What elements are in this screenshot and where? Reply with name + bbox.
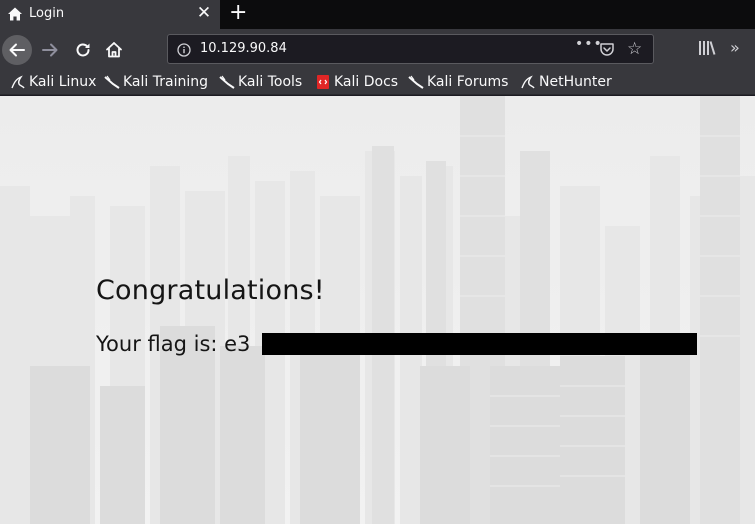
site-info-icon[interactable]: [177, 42, 191, 61]
bookmark-kali-training[interactable]: Kali Training: [104, 73, 208, 91]
bookmark-label: NetHunter: [539, 74, 612, 90]
reload-icon: [76, 43, 90, 57]
new-tab-icon[interactable]: +: [229, 2, 247, 24]
tab-strip: Login ✕ +: [0, 0, 755, 29]
bookmark-kali-tools[interactable]: Kali Tools: [219, 73, 302, 91]
back-arrow-icon: [9, 43, 25, 57]
url-text[interactable]: 10.129.90.84: [200, 41, 287, 56]
tab-login[interactable]: Login ✕: [0, 0, 220, 29]
reload-button[interactable]: [74, 41, 92, 63]
bookmark-kali-forums[interactable]: Kali Forums: [408, 73, 508, 91]
home-outline-icon: [106, 42, 122, 58]
redaction-bar: [262, 333, 697, 355]
back-button[interactable]: [2, 35, 32, 65]
home-button[interactable]: [105, 41, 123, 63]
pocket-icon[interactable]: [599, 41, 615, 61]
forward-button[interactable]: [41, 41, 59, 63]
flag-text: Your flag is: e3: [96, 332, 251, 356]
bookmark-label: Kali Linux: [29, 74, 97, 90]
bookmark-kali-docs[interactable]: Kali Docs: [315, 73, 398, 91]
nethunter-icon: [520, 74, 536, 90]
url-bar[interactable]: 10.129.90.84 ••• ☆: [167, 34, 654, 64]
congratulations-heading: Congratulations!: [96, 275, 325, 306]
forward-arrow-icon: [42, 43, 58, 57]
bookmark-label: Kali Training: [123, 74, 208, 90]
bookmark-label: Kali Docs: [334, 74, 399, 90]
city-skyline-background: [0, 96, 755, 524]
kali-dragon-icon: [104, 74, 120, 90]
kali-docs-icon: [315, 74, 331, 90]
bookmarks-toolbar: Kali Linux Kali Training Kali Tools Kali…: [0, 69, 755, 95]
overflow-menu-icon[interactable]: »: [730, 38, 740, 58]
bookmark-nethunter[interactable]: NetHunter: [520, 73, 612, 91]
tab-title: Login: [29, 6, 65, 21]
bookmark-label: Kali Forums: [427, 74, 509, 90]
bookmark-label: Kali Tools: [238, 74, 303, 90]
bookmark-star-icon[interactable]: ☆: [627, 39, 642, 59]
kali-dragon-icon: [219, 74, 235, 90]
page-content: Congratulations! Your flag is: e3: [0, 96, 755, 524]
kali-dragon-icon: [408, 74, 424, 90]
kali-dragon-icon: [10, 74, 26, 90]
nav-toolbar: 10.129.90.84 ••• ☆ »: [0, 29, 755, 69]
home-icon: [7, 6, 23, 26]
close-tab-icon[interactable]: ✕: [196, 4, 212, 22]
library-icon[interactable]: [698, 40, 716, 60]
bookmark-kali-linux[interactable]: Kali Linux: [10, 73, 96, 91]
